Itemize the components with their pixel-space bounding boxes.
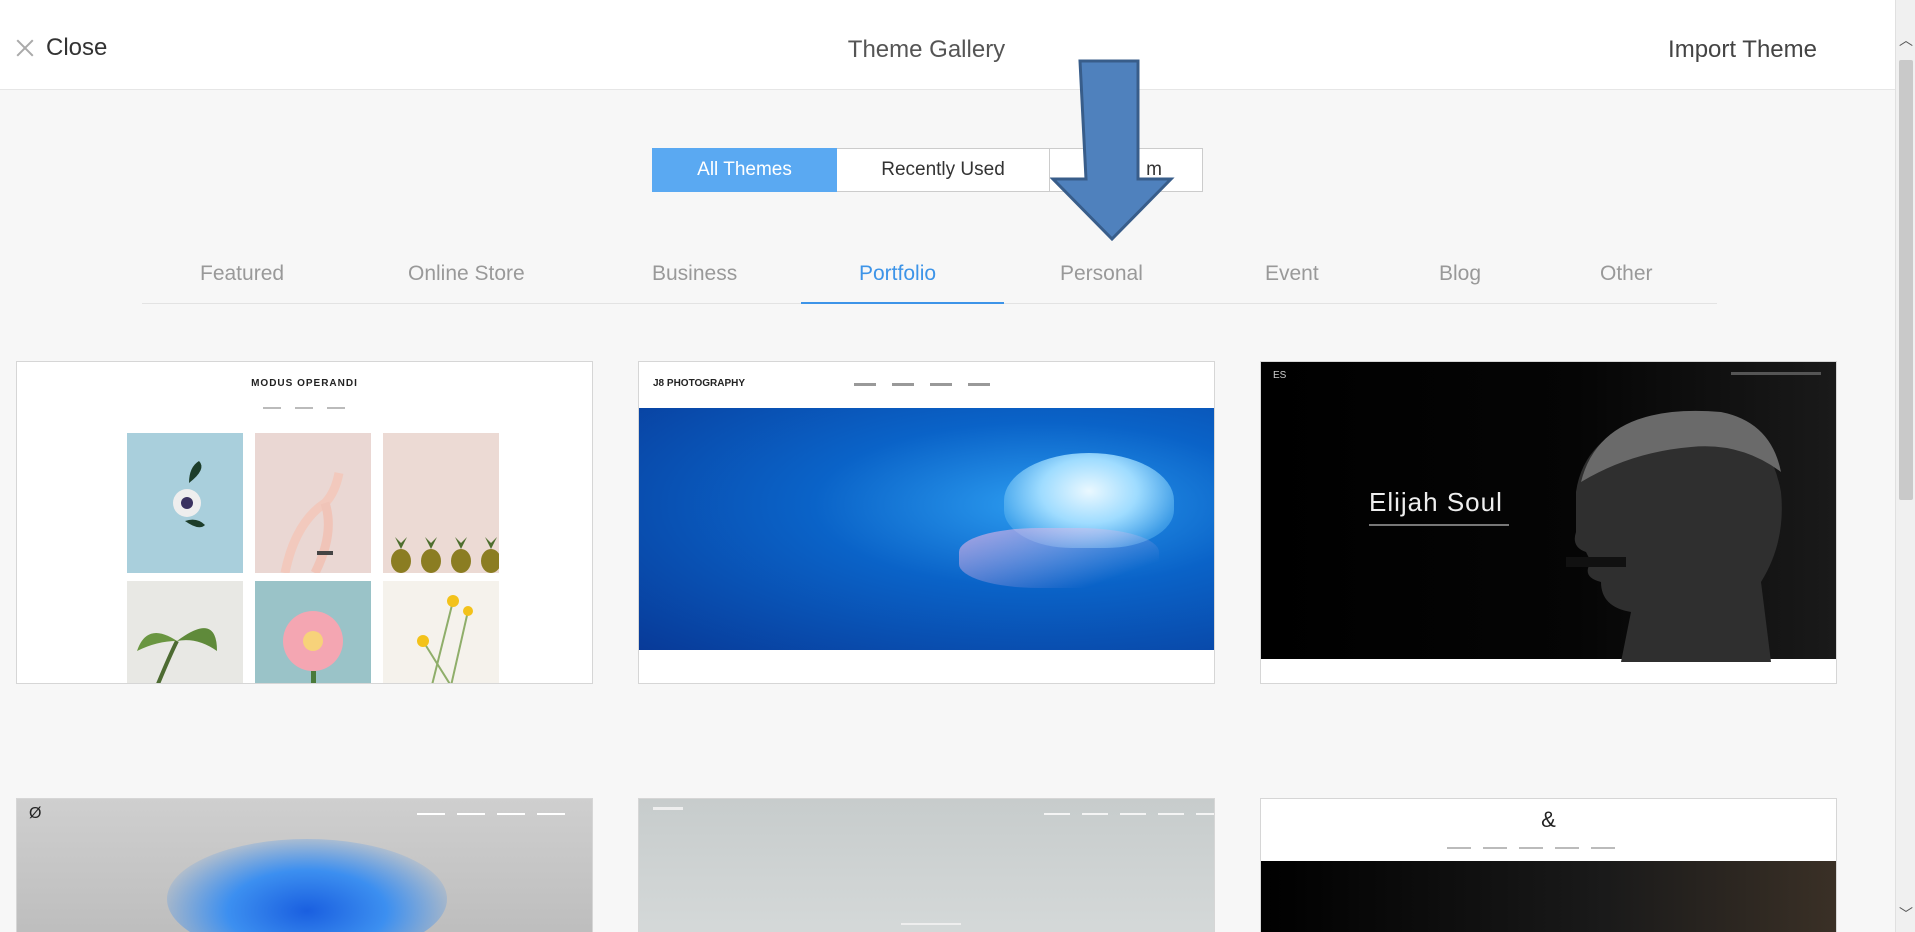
tab-business[interactable]: Business — [652, 262, 737, 286]
all-themes-tab[interactable]: All Themes — [652, 148, 837, 192]
theme-logo: J8 PHOTOGRAPHY — [653, 378, 746, 389]
theme-card-ampersand[interactable]: & — [1260, 798, 1837, 932]
dark-photo — [1261, 861, 1836, 932]
recently-used-tab[interactable]: Recently Used — [837, 148, 1050, 192]
theme-nav — [854, 383, 990, 386]
hands-tile — [255, 433, 371, 576]
gerbera-tile — [255, 581, 371, 683]
annotation-arrow-icon — [1050, 59, 1175, 242]
import-theme-button[interactable]: Import Theme — [1668, 36, 1817, 64]
category-tabs: Featured Online Store Business Portfolio… — [142, 258, 1717, 304]
theme-nav — [1447, 847, 1615, 849]
theme-logo: ES — [1273, 370, 1287, 381]
theme-card-grey[interactable] — [638, 798, 1215, 932]
theme-nav — [1044, 813, 1214, 815]
theme-card-modus-operandi[interactable]: MODUS OPERANDI — [16, 361, 593, 684]
theme-logo: & — [1541, 807, 1556, 832]
theme-card-blue-splash[interactable]: Ø — [16, 798, 593, 932]
yellow-flowers-tile — [383, 581, 499, 683]
portrait-image: ES Elijah Soul — [1261, 362, 1836, 662]
tab-other[interactable]: Other — [1600, 262, 1653, 286]
tab-portfolio[interactable]: Portfolio — [859, 262, 936, 286]
grey-image — [639, 799, 1214, 932]
tab-blog[interactable]: Blog — [1439, 262, 1481, 286]
tab-event[interactable]: Event — [1265, 262, 1319, 286]
jellyfish-image — [639, 408, 1214, 660]
flower-tile — [127, 433, 243, 573]
tab-personal[interactable]: Personal — [1060, 262, 1143, 286]
page-title: Theme Gallery — [847, 36, 1006, 63]
tab-online-store[interactable]: Online Store — [408, 262, 525, 286]
leaf-tile — [127, 581, 243, 683]
theme-nav — [417, 813, 565, 815]
theme-header: J8 PHOTOGRAPHY — [639, 362, 1214, 408]
theme-nav — [263, 407, 345, 409]
scrollbar[interactable]: ︿ ﹀ — [1895, 0, 1915, 932]
theme-card-photography[interactable]: J8 PHOTOGRAPHY — [638, 361, 1215, 684]
theme-brand: MODUS OPERANDI — [251, 378, 358, 389]
portrait-silhouette — [1566, 410, 1782, 662]
theme-name: Elijah Soul — [1369, 487, 1503, 517]
tab-featured[interactable]: Featured — [200, 262, 284, 286]
theme-logo: Ø — [29, 805, 42, 822]
scroll-up-icon[interactable]: ︿ — [1896, 28, 1915, 52]
scroll-down-icon[interactable]: ﹀ — [1896, 902, 1915, 926]
theme-card-elijah-soul[interactable]: ES Elijah Soul — [1260, 361, 1837, 684]
top-bar: Close Theme Gallery Import Theme — [0, 0, 1895, 90]
pineapple-tile — [383, 433, 501, 573]
scrollbar-thumb[interactable] — [1899, 60, 1913, 500]
active-tab-underline — [801, 302, 1004, 304]
